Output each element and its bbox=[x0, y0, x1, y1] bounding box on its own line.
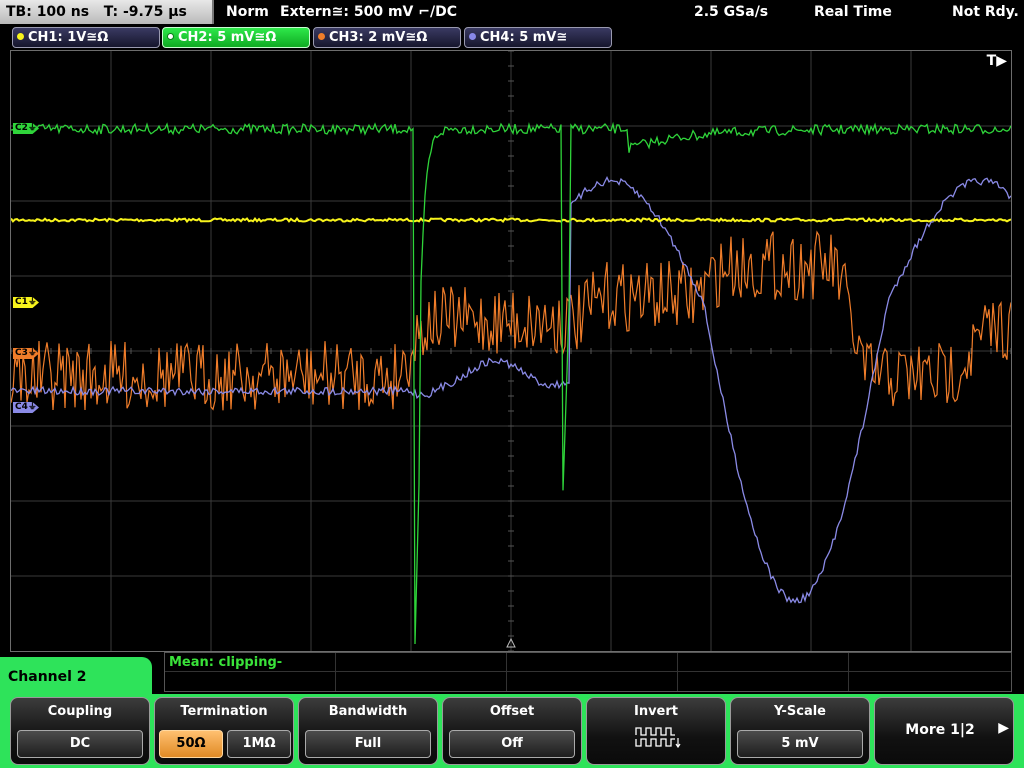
termination-1mohm-option[interactable]: 1MΩ bbox=[227, 730, 291, 758]
ch1-color-dot bbox=[17, 33, 24, 40]
ch2-color-dot bbox=[167, 33, 174, 40]
offset-value[interactable]: Off bbox=[449, 730, 575, 758]
status-bar: TB: 100 ns T: -9.75 µs Norm Extern≅: 500… bbox=[0, 0, 1024, 24]
trigger-mode[interactable]: Norm bbox=[226, 0, 269, 24]
yscale-value[interactable]: 5 mV bbox=[737, 730, 863, 758]
square-wave-invert-icon bbox=[635, 727, 681, 748]
termination-label: Termination bbox=[180, 704, 268, 719]
bandwidth-value[interactable]: Full bbox=[305, 730, 431, 758]
tab-ch3[interactable]: CH3: 2 mV≅Ω bbox=[313, 27, 461, 48]
coupling-value[interactable]: DC bbox=[17, 730, 143, 758]
more-label: More 1|2 bbox=[905, 722, 975, 738]
menu-title: Channel 2 bbox=[0, 657, 152, 697]
play-arrow-icon: ▶ bbox=[998, 720, 1009, 736]
offset-softkey[interactable]: Offset Off bbox=[442, 697, 582, 765]
measurement-divider bbox=[165, 671, 1011, 672]
waveform-canvas bbox=[11, 51, 1011, 651]
ch3-label: CH3: 2 mV≅Ω bbox=[329, 30, 428, 45]
measurement-divider bbox=[677, 653, 678, 691]
ch1-label: CH1: 1V≅Ω bbox=[28, 30, 109, 45]
bandwidth-softkey[interactable]: Bandwidth Full bbox=[298, 697, 438, 765]
timebase-readout[interactable]: TB: 100 ns T: -9.75 µs bbox=[0, 0, 214, 24]
bandwidth-label: Bandwidth bbox=[328, 704, 408, 719]
ch4-color-dot bbox=[469, 33, 476, 40]
ch2-label: CH2: 5 mV≅Ω bbox=[178, 30, 277, 45]
channel-bar: CH1: 1V≅Ω CH2: 5 mV≅Ω CH3: 2 mV≅Ω CH4: 5… bbox=[0, 24, 1024, 50]
ch3-color-dot bbox=[318, 33, 325, 40]
trigger-source[interactable]: Extern≅: 500 mV ⌐/DC bbox=[280, 0, 457, 24]
measurement-divider bbox=[848, 653, 849, 691]
tab-ch2[interactable]: CH2: 5 mV≅Ω bbox=[162, 27, 310, 48]
measurement-panel[interactable]: Mean: clipping- bbox=[164, 652, 1012, 692]
measurement-divider bbox=[506, 653, 507, 691]
measurement-mean: Mean: clipping- bbox=[169, 655, 283, 670]
more-softkey[interactable]: More 1|2 ▶ bbox=[874, 697, 1014, 765]
sample-rate: 2.5 GSa/s bbox=[694, 4, 769, 20]
tab-ch4[interactable]: CH4: 5 mV≅ bbox=[464, 27, 612, 48]
trigger-state: Not Rdy. bbox=[952, 4, 1019, 20]
coupling-label: Coupling bbox=[47, 704, 113, 719]
graticule bbox=[11, 51, 1011, 651]
invert-label: Invert bbox=[633, 704, 678, 719]
measurement-divider bbox=[335, 653, 336, 691]
termination-softkey[interactable]: Termination 50Ω 1MΩ bbox=[154, 697, 294, 765]
yscale-softkey[interactable]: Y-Scale 5 mV bbox=[730, 697, 870, 765]
acquisition-mode: Real Time bbox=[814, 4, 892, 20]
trigger-flag-icon: T▶ bbox=[986, 53, 1007, 69]
invert-softkey[interactable]: Invert bbox=[586, 697, 726, 765]
ch4-label: CH4: 5 mV≅ bbox=[480, 30, 568, 45]
waveform-display[interactable]: T▶ C2⏚ C1⏚ C3⏚ C4⏚ bbox=[10, 50, 1012, 652]
termination-50ohm-option[interactable]: 50Ω bbox=[159, 730, 223, 758]
coupling-softkey[interactable]: Coupling DC bbox=[10, 697, 150, 765]
offset-label: Offset bbox=[489, 704, 535, 719]
yscale-label: Y-Scale bbox=[773, 704, 826, 719]
tab-ch1[interactable]: CH1: 1V≅Ω bbox=[12, 27, 160, 48]
